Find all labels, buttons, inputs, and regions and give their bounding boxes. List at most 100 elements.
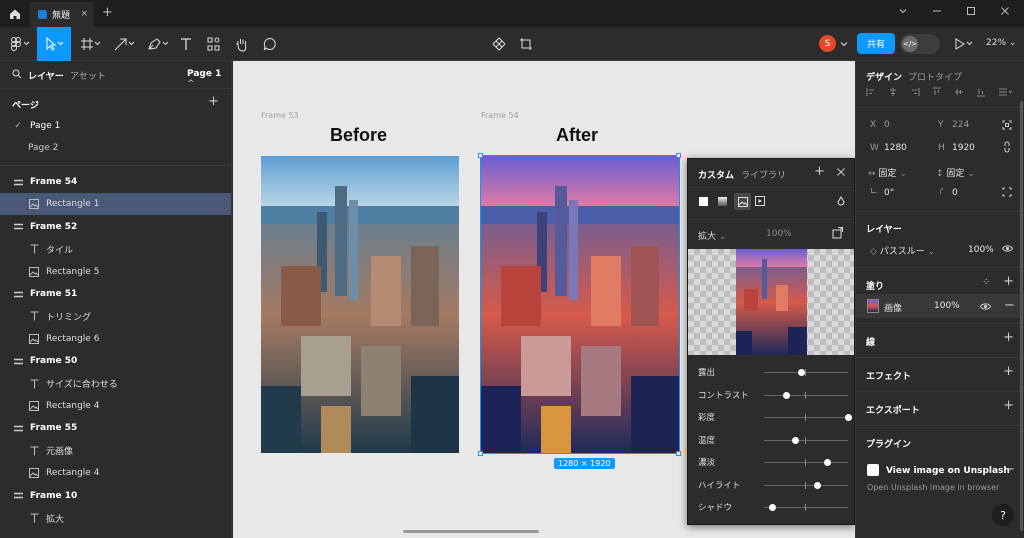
chevron-down-icon[interactable] bbox=[898, 6, 908, 19]
constraints-icon[interactable] bbox=[1002, 120, 1012, 133]
visibility-eye-icon[interactable] bbox=[1001, 244, 1014, 256]
align-bottom-icon[interactable] bbox=[976, 87, 986, 100]
fill-opacity-field[interactable]: 100% bbox=[934, 301, 960, 311]
layer-frame-row[interactable]: Frame 51 bbox=[0, 283, 231, 305]
slider-track[interactable] bbox=[764, 394, 848, 396]
maximize-icon[interactable] bbox=[966, 6, 976, 19]
align-v-center-icon[interactable] bbox=[954, 87, 964, 100]
remove-fill-icon[interactable]: − bbox=[1004, 298, 1015, 313]
slider-knob[interactable] bbox=[844, 414, 852, 421]
gradient-fill-icon[interactable] bbox=[718, 197, 727, 206]
layer-row[interactable]: Rectangle 5 bbox=[0, 261, 231, 283]
layer-frame-row[interactable]: Frame 50 bbox=[0, 350, 231, 372]
x-field[interactable]: 0 bbox=[884, 120, 890, 130]
slider-knob[interactable] bbox=[814, 481, 822, 489]
text-tool-button[interactable] bbox=[176, 27, 196, 61]
height-constraint-dropdown[interactable]: ↕ 固定 ⌄ bbox=[936, 166, 975, 179]
slider-track[interactable] bbox=[764, 507, 848, 508]
tab-custom[interactable]: カスタム bbox=[698, 168, 734, 181]
plugin-name[interactable]: View image on Unsplash bbox=[886, 466, 1010, 476]
before-title[interactable]: Before bbox=[330, 125, 387, 146]
panel-scrollbar[interactable] bbox=[1020, 101, 1023, 531]
align-left-icon[interactable] bbox=[866, 87, 876, 100]
y-field[interactable]: 224 bbox=[952, 120, 969, 130]
width-constraint-dropdown[interactable]: ↔ 固定 ⌄ bbox=[868, 166, 907, 179]
layer-row[interactable]: 元画像 bbox=[0, 440, 231, 462]
present-button[interactable] bbox=[950, 27, 978, 61]
blend-mode-dropdown[interactable]: ◇ パススルー ⌄ bbox=[870, 244, 935, 257]
zoom-level[interactable]: 22% ⌄ bbox=[986, 38, 1016, 48]
image-preview[interactable] bbox=[688, 249, 854, 355]
w-field[interactable]: 1280 bbox=[884, 143, 907, 153]
slider-track[interactable] bbox=[764, 417, 848, 418]
main-menu-button[interactable] bbox=[4, 27, 36, 61]
frame54-label[interactable]: Frame 54 bbox=[481, 111, 519, 120]
home-icon[interactable] bbox=[6, 5, 24, 23]
distribute-icon[interactable] bbox=[998, 87, 1013, 100]
page-item-2[interactable]: Page 2 bbox=[0, 137, 231, 159]
layer-row[interactable]: Rectangle 4 bbox=[0, 462, 231, 484]
layer-frame-row[interactable]: Frame 10 bbox=[0, 485, 231, 507]
rotation-field[interactable]: 0° bbox=[884, 188, 894, 198]
resize-handle-bl[interactable] bbox=[478, 451, 483, 456]
user-avatar[interactable]: S bbox=[819, 35, 836, 52]
slider-knob[interactable] bbox=[768, 504, 776, 511]
layer-row[interactable]: Rectangle 6 bbox=[0, 328, 231, 350]
slider-track[interactable] bbox=[764, 484, 848, 486]
add-page-icon[interactable]: + bbox=[208, 94, 219, 109]
slider-knob[interactable] bbox=[824, 459, 832, 466]
frame53-label[interactable]: Frame 53 bbox=[261, 111, 299, 120]
scale-mode-dropdown[interactable]: 拡大 ⌄ bbox=[698, 229, 726, 242]
create-component-button[interactable] bbox=[488, 27, 510, 61]
rotate-image-icon[interactable] bbox=[832, 226, 845, 242]
layer-row[interactable]: トリミング bbox=[0, 305, 231, 327]
fill-styles-icon[interactable]: ⁘ bbox=[982, 277, 990, 288]
search-icon[interactable] bbox=[12, 69, 22, 82]
share-button[interactable]: 共有 bbox=[857, 33, 895, 54]
fill-row[interactable]: 画像 100% − bbox=[856, 294, 1024, 318]
layer-row[interactable]: Rectangle 4 bbox=[0, 395, 231, 417]
avatar-chevron-icon[interactable] bbox=[838, 27, 850, 61]
layer-row[interactable]: Rectangle 1 bbox=[0, 193, 231, 216]
page-item-1[interactable]: ✓ Page 1 bbox=[0, 115, 231, 137]
align-top-icon[interactable] bbox=[932, 87, 942, 100]
image-fill-icon[interactable] bbox=[734, 193, 751, 210]
corner-radius-field[interactable]: 0 bbox=[952, 188, 958, 198]
frame-tool-button[interactable] bbox=[77, 27, 105, 61]
add-icon[interactable]: + bbox=[814, 164, 825, 179]
comment-tool-button[interactable] bbox=[259, 27, 281, 61]
fill-thumbnail[interactable] bbox=[867, 299, 879, 313]
align-h-center-icon[interactable] bbox=[888, 87, 898, 100]
file-tab[interactable]: 無題 × bbox=[30, 2, 94, 27]
layer-row[interactable]: サイズに合わせる bbox=[0, 373, 231, 395]
layer-row[interactable]: タイル bbox=[0, 238, 231, 260]
tab-design[interactable]: デザイン bbox=[866, 70, 902, 83]
constrain-proportions-icon[interactable] bbox=[1003, 141, 1011, 156]
slider-knob[interactable] bbox=[783, 391, 791, 399]
resize-handle-tl[interactable] bbox=[478, 153, 483, 158]
move-tool-button[interactable] bbox=[37, 27, 71, 61]
minimize-icon[interactable] bbox=[932, 6, 942, 19]
slider-track[interactable] bbox=[764, 439, 848, 441]
pen-tool-button[interactable] bbox=[144, 27, 174, 61]
h-field[interactable]: 1920 bbox=[952, 143, 975, 153]
hand-tool-button[interactable] bbox=[231, 27, 253, 61]
tab-close-icon[interactable]: × bbox=[80, 9, 88, 19]
help-button[interactable]: ? bbox=[992, 504, 1014, 526]
tab-library[interactable]: ライブラリ bbox=[741, 168, 786, 181]
layer-row[interactable]: 拡大 bbox=[0, 507, 231, 529]
page-selector[interactable]: Page 1 ^ bbox=[187, 69, 232, 89]
crop-button[interactable] bbox=[515, 27, 537, 61]
before-image[interactable] bbox=[261, 156, 459, 453]
slider-knob[interactable] bbox=[791, 436, 799, 444]
video-fill-icon[interactable] bbox=[755, 196, 765, 209]
layer-frame-row[interactable]: Frame 54 bbox=[0, 171, 231, 193]
remove-plugin-icon[interactable]: − bbox=[1004, 462, 1015, 477]
layer-frame-row[interactable]: Frame 55 bbox=[0, 417, 231, 439]
fill-visibility-eye-icon[interactable] bbox=[979, 302, 992, 314]
resize-handle-tr[interactable] bbox=[676, 153, 681, 158]
resize-handle-br[interactable] bbox=[676, 451, 681, 456]
after-title[interactable]: After bbox=[556, 125, 598, 146]
add-effect-icon[interactable]: + bbox=[1003, 364, 1014, 379]
add-export-icon[interactable]: + bbox=[1003, 398, 1014, 413]
